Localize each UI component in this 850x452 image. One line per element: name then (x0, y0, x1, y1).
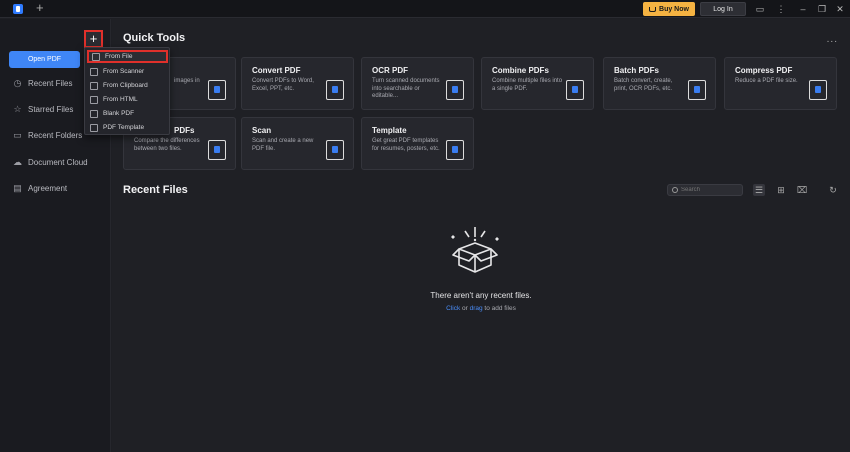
menu-item-from-html[interactable]: From HTML (87, 93, 168, 106)
tool-card-title: Scan (252, 126, 272, 135)
buy-now-button[interactable]: Buy Now (643, 2, 695, 16)
menu-item-label: From Scanner (103, 68, 145, 75)
restore-icon[interactable]: ❐ (816, 3, 828, 15)
tool-card-desc: Batch convert, create, print, OCR PDFs, … (614, 78, 673, 92)
sidebar-item-label: Document Cloud (28, 157, 88, 167)
tool-card-ocr-pdf[interactable]: OCR PDF Turn scanned documents into sear… (361, 57, 474, 110)
menu-item-label: From HTML (103, 96, 138, 103)
quick-tools-title: Quick Tools (123, 32, 186, 44)
tool-card-scan[interactable]: Scan Scan and create a new PDF file. (241, 117, 354, 170)
search-field[interactable] (667, 184, 743, 196)
tool-card-desc: Scan and create a new PDF file. (252, 138, 314, 152)
sidebar-item-label: Recent Folders (28, 130, 83, 140)
compress-pdf-icon (809, 80, 827, 100)
tool-card-desc: Get great PDF templates for resumes, pos… (372, 138, 440, 152)
minimize-icon[interactable]: – (797, 3, 809, 15)
blank-page-icon (90, 109, 98, 118)
list-view-icon[interactable]: ☰ (753, 184, 765, 196)
menu-item-label: PDF Template (103, 124, 145, 131)
main-content: Quick Tools ... images in Convert PDF Co… (112, 19, 850, 452)
tool-card-desc: Convert PDFs to Word, Excel, PPT, etc. (252, 78, 314, 92)
title-bar: + Buy Now Log In ▭ ⋮ – ❐ ✕ (0, 0, 850, 18)
drag-link[interactable]: drag (470, 305, 483, 312)
empty-box-icon (451, 227, 499, 273)
template-icon (446, 140, 464, 160)
grid-view-icon[interactable]: ⊞ (775, 184, 787, 196)
batch-pdfs-icon (688, 80, 706, 100)
add-files-text: to add files (482, 305, 516, 312)
document-icon: ▤ (13, 182, 22, 193)
menu-item-from-scanner[interactable]: From Scanner (87, 65, 168, 78)
sidebar-item-agreement[interactable]: ▤ Agreement (13, 181, 67, 195)
clock-icon: ◷ (13, 77, 22, 88)
clipboard-icon (90, 81, 98, 90)
or-text: or (460, 305, 470, 312)
close-icon[interactable]: ✕ (834, 3, 846, 15)
menu-item-from-file[interactable]: From File (87, 50, 168, 63)
tool-card-title: Combine PDFs (492, 66, 549, 75)
sidebar-item-label: Agreement (28, 183, 68, 193)
open-pdf-button[interactable]: Open PDF (9, 51, 80, 68)
tool-card-compress-pdf[interactable]: Compress PDF Reduce a PDF file size. (724, 57, 837, 110)
menu-item-pdf-template[interactable]: PDF Template (87, 121, 168, 134)
edit-pdf-icon (208, 80, 226, 100)
tool-card-template[interactable]: Template Get great PDF templates for res… (361, 117, 474, 170)
sidebar-item-label: Recent Files (28, 78, 73, 88)
refresh-icon[interactable]: ↻ (827, 184, 839, 196)
new-tab-button[interactable]: + (36, 1, 44, 15)
tool-card-combine-pdfs[interactable]: Combine PDFs Combine multiple files into… (481, 57, 594, 110)
menu-item-label: Blank PDF (103, 110, 135, 117)
folder-icon (92, 52, 100, 61)
tool-card-batch-pdfs[interactable]: Batch PDFs Batch convert, create, print,… (603, 57, 716, 110)
buy-now-label: Buy Now (659, 5, 689, 13)
more-vertical-icon[interactable]: ⋮ (775, 3, 787, 15)
combine-pdfs-icon (566, 80, 584, 100)
chat-icon[interactable]: ▭ (754, 3, 766, 15)
tool-card-title: PDFs (174, 126, 195, 135)
menu-item-label: From File (105, 53, 133, 60)
menu-item-from-clipboard[interactable]: From Clipboard (87, 79, 168, 92)
compare-pdfs-icon (208, 140, 226, 160)
html-icon (90, 95, 98, 104)
log-in-button[interactable]: Log In (700, 2, 746, 16)
sidebar-item-starred-files[interactable]: ☆ Starred Files (13, 102, 73, 116)
sidebar-item-document-cloud[interactable]: ☁ Document Cloud (13, 155, 88, 169)
tool-card-convert-pdf[interactable]: Convert PDF Convert PDFs to Word, Excel,… (241, 57, 354, 110)
tool-card-desc: Combine multiple files into a single PDF… (492, 78, 563, 92)
sidebar-item-recent-files[interactable]: ◷ Recent Files (13, 76, 73, 90)
delete-icon[interactable]: ⌧ (796, 184, 808, 196)
menu-item-label: From Clipboard (103, 82, 148, 89)
search-icon (672, 187, 678, 193)
menu-item-blank-pdf[interactable]: Blank PDF (87, 107, 168, 120)
empty-state-hint: Click or drag to add files (112, 305, 850, 312)
cloud-icon: ☁ (13, 156, 22, 167)
tool-card-title: Convert PDF (252, 66, 301, 75)
search-input[interactable] (681, 187, 741, 193)
star-icon: ☆ (13, 103, 22, 114)
app-logo-icon (13, 4, 23, 14)
create-dropdown-menu: From File From Scanner From Clipboard Fr… (84, 47, 170, 135)
click-link[interactable]: Click (446, 305, 460, 312)
sidebar-item-label: Starred Files (28, 104, 74, 114)
tool-card-title: Template (372, 126, 407, 135)
create-plus-button[interactable]: + (84, 30, 103, 48)
tool-card-title: Compress PDF (735, 66, 793, 75)
scanner-icon (90, 67, 98, 76)
template-icon (90, 123, 98, 132)
tool-card-title: Batch PDFs (614, 66, 659, 75)
more-options-icon[interactable]: ... (827, 34, 838, 45)
tool-card-desc: Turn scanned documents into searchable o… (372, 78, 440, 99)
convert-pdf-icon (326, 80, 344, 100)
tool-card-desc: Compare the differences between two file… (134, 138, 200, 152)
scan-icon (326, 140, 344, 160)
cart-icon (649, 6, 657, 12)
tool-card-title: OCR PDF (372, 66, 408, 75)
empty-state-text: There aren't any recent files. (430, 291, 532, 300)
recent-files-title: Recent Files (123, 184, 188, 196)
ocr-pdf-icon (446, 80, 464, 100)
folder-icon: ▭ (13, 129, 22, 140)
sidebar-item-recent-folders[interactable]: ▭ Recent Folders (13, 128, 82, 142)
tool-card-desc: Reduce a PDF file size. (735, 78, 798, 84)
